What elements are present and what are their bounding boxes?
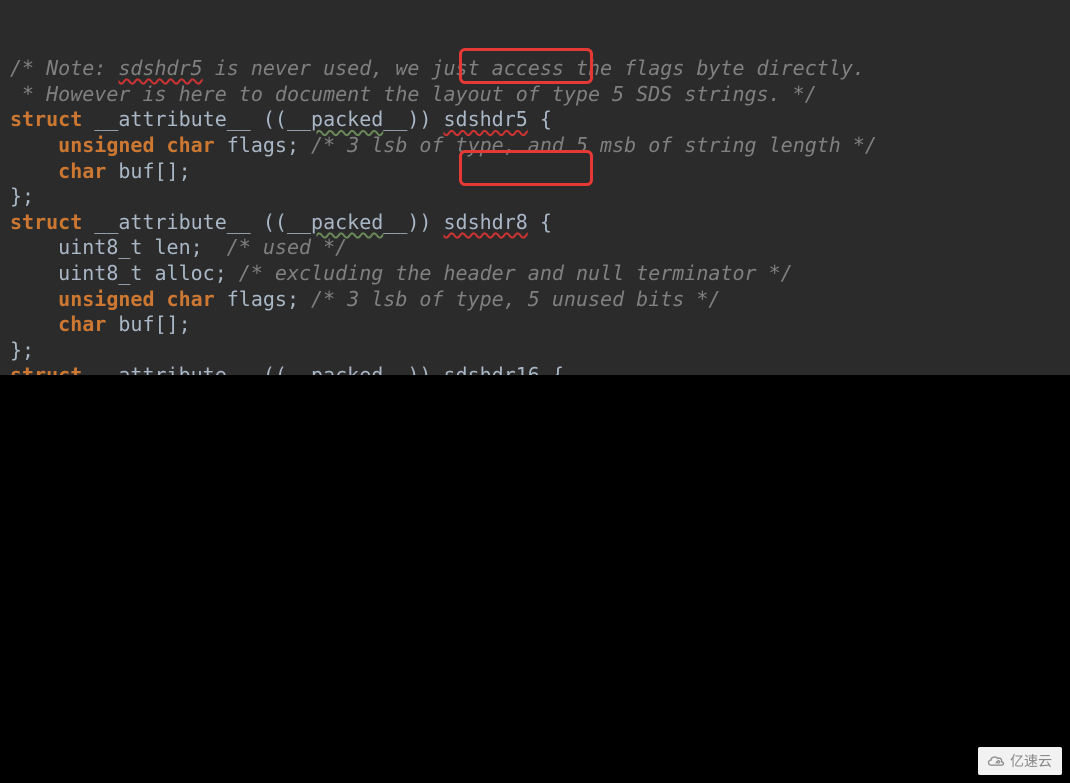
code-token-indent xyxy=(10,261,58,285)
code-token-kw: struct xyxy=(10,363,82,375)
code-token-comment: /* 3 lsb of type, and 5 msb of string le… xyxy=(311,133,877,157)
code-line: uint8_t len; /* used */ xyxy=(10,235,1070,261)
code-token-plain: uint8_t len; xyxy=(58,235,227,259)
code-token-plain: __)) xyxy=(383,210,443,234)
code-token-plain: }; xyxy=(10,184,34,208)
code-token-kw: char xyxy=(167,287,215,311)
code-token-kw: struct xyxy=(10,210,82,234)
cloud-icon xyxy=(986,753,1006,769)
code-token-kw: unsigned xyxy=(58,287,154,311)
code-token-plain: { xyxy=(528,210,552,234)
code-token-indent xyxy=(10,133,58,157)
code-line: struct __attribute__ ((__packed__)) sdsh… xyxy=(10,107,1070,133)
code-token-plain: __)) xyxy=(383,107,443,131)
code-line: char buf[]; xyxy=(10,312,1070,338)
code-line: }; xyxy=(10,184,1070,210)
code-line: struct __attribute__ ((__packed__)) sdsh… xyxy=(10,210,1070,236)
code-container: /* Note: sdshdr5 is never used, we just … xyxy=(10,56,1070,375)
code-token-plain: __attribute__ ((__ xyxy=(82,210,311,234)
code-token-plain: flags; xyxy=(215,133,311,157)
code-token-indent xyxy=(10,312,58,336)
code-token-comment-wavy: sdshdr5 xyxy=(118,56,202,80)
code-token-plain: __)) xyxy=(383,363,443,375)
code-token-plain: buf[]; xyxy=(106,159,190,183)
code-token-plain: }; xyxy=(10,338,34,362)
code-editor: /* Note: sdshdr5 is never used, we just … xyxy=(0,0,1070,375)
watermark-badge: 亿速云 xyxy=(978,747,1062,775)
code-token-green-wavy: packed xyxy=(311,210,383,234)
code-token-kw: char xyxy=(58,159,106,183)
code-line: char buf[]; xyxy=(10,159,1070,185)
code-line: struct __attribute__ ((__packed__)) sdsh… xyxy=(10,363,1070,375)
code-token-boxed-wavy: sdshdr8 xyxy=(444,210,528,234)
code-token-indent xyxy=(10,235,58,259)
code-token-plain: buf[]; xyxy=(106,312,190,336)
watermark-text: 亿速云 xyxy=(1010,751,1052,771)
code-token-comment: /* excluding the header and null termina… xyxy=(239,261,793,285)
code-token-plain xyxy=(155,287,167,311)
code-token-green-wavy: packed xyxy=(311,107,383,131)
code-token-comment: /* Note: xyxy=(10,56,118,80)
code-token-plain: __attribute__ ((__ xyxy=(82,107,311,131)
code-token-plain: { xyxy=(540,363,564,375)
code-token-plain: { xyxy=(528,107,552,131)
code-token-plain xyxy=(155,133,167,157)
code-line: }; xyxy=(10,338,1070,364)
code-token-kw: unsigned xyxy=(58,133,154,157)
code-token-indent xyxy=(10,159,58,183)
code-line: uint8_t alloc; /* excluding the header a… xyxy=(10,261,1070,287)
code-line: unsigned char flags; /* 3 lsb of type, 5… xyxy=(10,287,1070,313)
code-token-comment: is never used, we just access the flags … xyxy=(203,56,865,80)
code-line: * However is here to document the layout… xyxy=(10,82,1070,108)
code-token-kw: struct xyxy=(10,107,82,131)
code-token-kw: char xyxy=(58,312,106,336)
code-line: /* Note: sdshdr5 is never used, we just … xyxy=(10,56,1070,82)
code-token-indent xyxy=(10,287,58,311)
code-token-green-wavy-plain: sdshdr16 xyxy=(444,363,540,375)
code-token-plain: uint8_t alloc; xyxy=(58,261,239,285)
code-token-kw: char xyxy=(167,133,215,157)
code-token-plain: __attribute__ ((__ xyxy=(82,363,311,375)
code-token-comment: * However is here to document the layout… xyxy=(10,82,817,106)
code-token-comment: /* used */ xyxy=(227,235,347,259)
code-token-plain: flags; xyxy=(215,287,311,311)
code-token-comment: /* 3 lsb of type, 5 unused bits */ xyxy=(311,287,720,311)
code-token-boxed-wavy: sdshdr5 xyxy=(444,107,528,131)
code-line: unsigned char flags; /* 3 lsb of type, a… xyxy=(10,133,1070,159)
code-token-green-wavy: packed xyxy=(311,363,383,375)
